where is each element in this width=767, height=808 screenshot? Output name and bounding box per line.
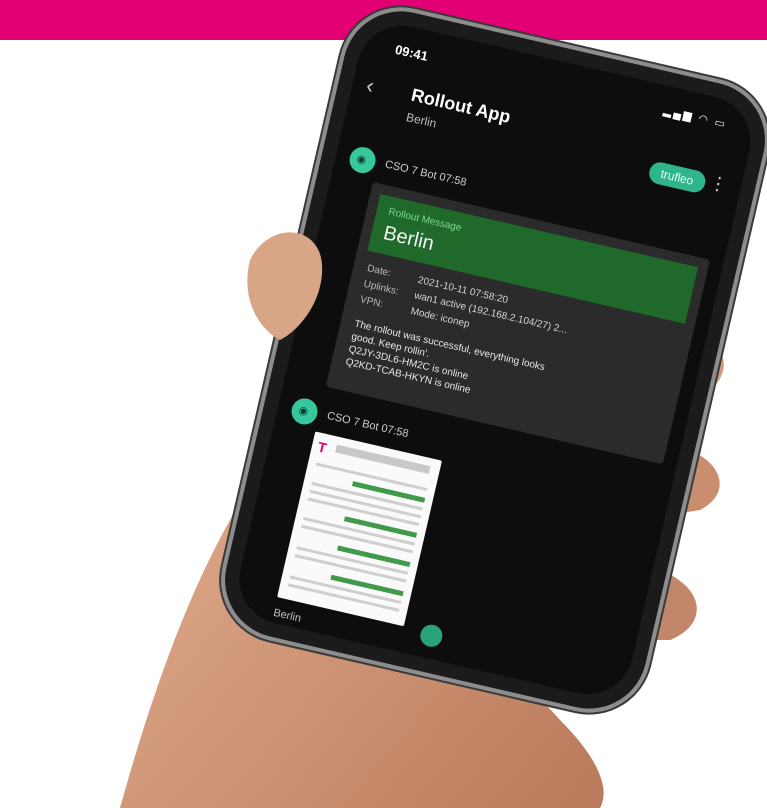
bot-avatar: ◉	[288, 395, 321, 428]
back-chevron-icon[interactable]: ‹	[364, 72, 377, 99]
message-sender: CSO 7 Bot 07:58	[325, 409, 410, 441]
app-subtitle: Berlin	[404, 110, 438, 131]
compose-button[interactable]	[418, 622, 445, 649]
more-menu-icon[interactable]: ⋮	[707, 172, 729, 197]
bot-avatar-icon: ◉	[355, 152, 368, 167]
status-time: 09:41	[393, 41, 430, 64]
message-sender: CSO 7 Bot 07:58	[383, 158, 468, 189]
banner-city: Berlin	[381, 222, 437, 255]
message-header: ◉ CSO 7 Bot 07:58	[346, 144, 468, 189]
document-thumbnail[interactable]: T	[277, 431, 442, 627]
bot-avatar-icon: ◉	[297, 404, 310, 419]
brand-logo-icon: T	[316, 438, 329, 457]
rollout-banner: Rollout Message Berlin	[367, 193, 699, 324]
bot-avatar: ◉	[346, 144, 379, 176]
message-body: The rollout was successful, everything l…	[344, 318, 667, 441]
action-pill-button[interactable]: trufleo	[646, 160, 708, 195]
document-caption: Berlin	[272, 606, 303, 625]
message-header: ◉ CSO 7 Bot 07:58	[288, 395, 410, 440]
status-icons: ▂▄▆ ◠ ▭	[662, 104, 729, 131]
